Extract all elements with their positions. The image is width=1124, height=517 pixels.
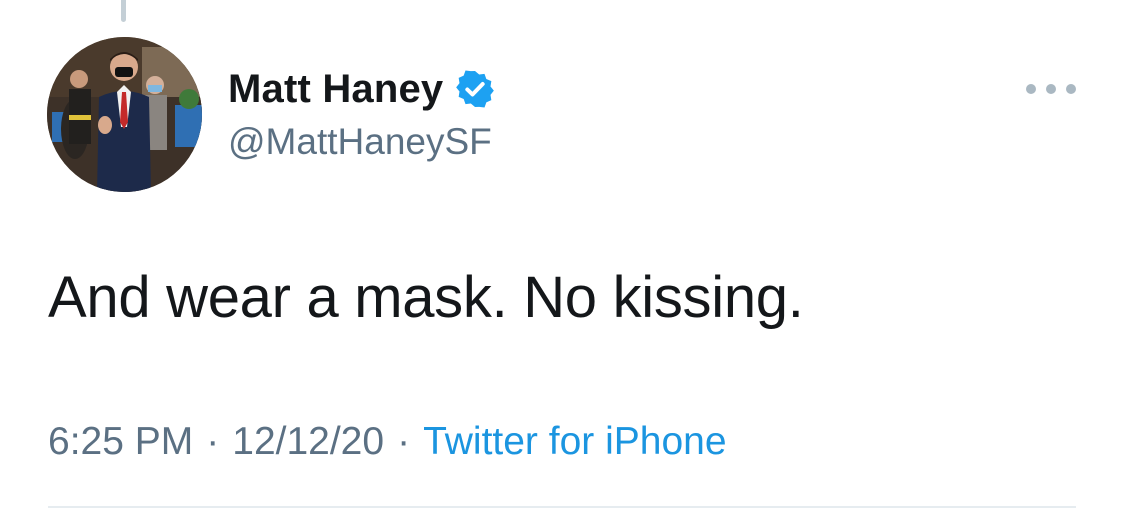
author-name-row: Matt Haney xyxy=(228,64,495,114)
meta-separator: · xyxy=(397,420,411,463)
meta-separator: · xyxy=(206,420,220,463)
author-handle[interactable]: @MattHaneySF xyxy=(228,121,492,163)
more-options-button[interactable] xyxy=(1026,79,1076,99)
display-name[interactable]: Matt Haney xyxy=(228,67,443,112)
ellipsis-dot-icon xyxy=(1046,84,1056,94)
divider xyxy=(48,506,1076,508)
thread-connector-line xyxy=(121,0,126,22)
tweet-source-link[interactable]: Twitter for iPhone xyxy=(423,420,726,464)
tweet-date[interactable]: 12/12/20 xyxy=(232,420,384,464)
tweet-text: And wear a mask. No kissing. xyxy=(48,265,804,330)
avatar[interactable] xyxy=(47,37,202,192)
profile-photo-icon xyxy=(47,37,202,192)
ellipsis-dot-icon xyxy=(1066,84,1076,94)
tweet-meta: 6:25 PM · 12/12/20 · Twitter for iPhone xyxy=(48,420,727,464)
ellipsis-dot-icon xyxy=(1026,84,1036,94)
verified-badge-icon xyxy=(456,70,495,108)
tweet-time[interactable]: 6:25 PM xyxy=(48,420,193,464)
